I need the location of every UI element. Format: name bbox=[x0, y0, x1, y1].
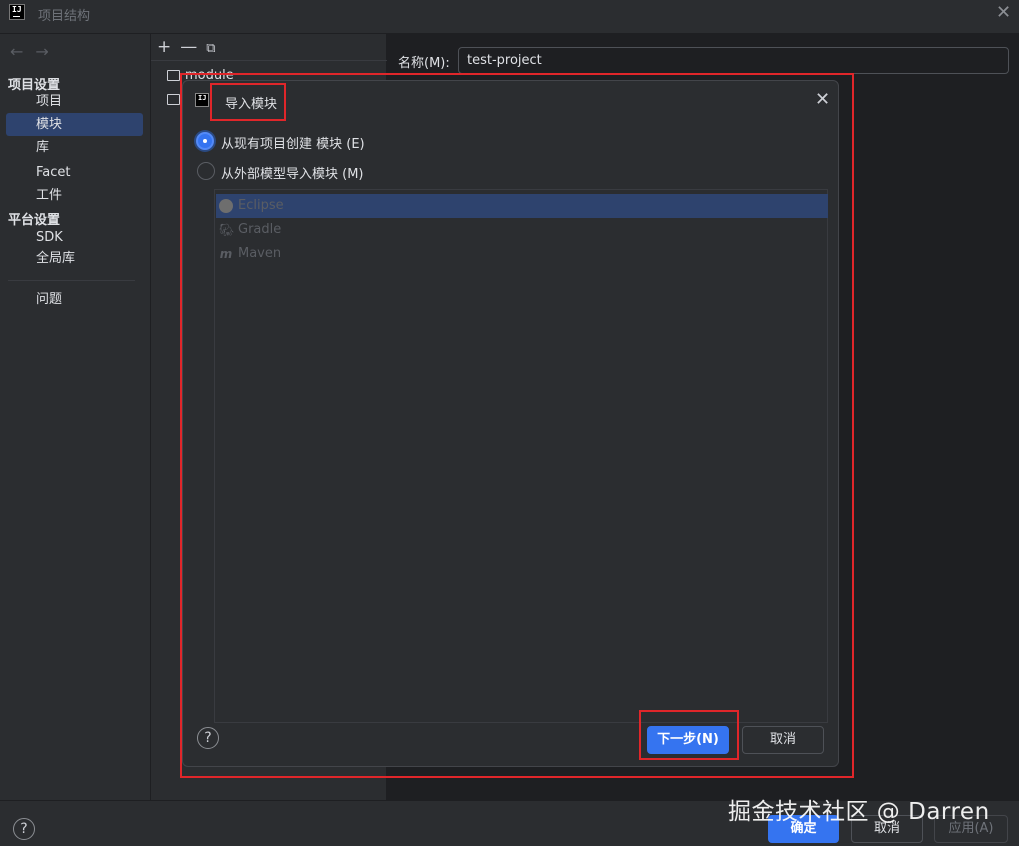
remove-icon[interactable]: — bbox=[180, 37, 197, 57]
window-title: 项目结构 bbox=[38, 9, 91, 24]
title-bar: IJ 项目结构 ✕ bbox=[0, 0, 1019, 34]
sidebar-item-artifacts[interactable]: 工件 bbox=[6, 184, 143, 207]
module-toolbar: + — ⧉ bbox=[157, 37, 225, 57]
sidebar-item-libraries[interactable]: 库 bbox=[6, 136, 143, 159]
intellij-logo-icon: IJ bbox=[9, 4, 25, 20]
help-icon[interactable]: ? bbox=[13, 818, 35, 840]
highlight-box-next bbox=[639, 710, 739, 760]
copy-icon[interactable]: ⧉ bbox=[206, 41, 215, 56]
name-label: 名称(M): bbox=[398, 56, 450, 71]
highlight-box-dialog bbox=[180, 73, 854, 778]
settings-sidebar: ← → 项目设置 项目 模块 库 Facet 工件 平台设置 SDK 全局库 问题 bbox=[0, 34, 151, 800]
window-close-icon[interactable]: ✕ bbox=[996, 2, 1011, 23]
sidebar-item-sdks[interactable]: SDK bbox=[6, 226, 143, 249]
sidebar-item-project[interactable]: 项目 bbox=[6, 90, 143, 113]
sidebar-divider bbox=[8, 280, 135, 281]
watermark: 掘金技术社区 @ Darren bbox=[728, 799, 990, 825]
back-arrow-icon[interactable]: ← bbox=[10, 42, 23, 61]
folder-icon bbox=[167, 94, 180, 105]
add-icon[interactable]: + bbox=[157, 37, 171, 57]
sidebar-item-facets[interactable]: Facet bbox=[6, 161, 143, 184]
name-field[interactable]: test-project bbox=[458, 47, 1009, 74]
sidebar-item-problems[interactable]: 问题 bbox=[6, 288, 143, 311]
sidebar-item-global-libraries[interactable]: 全局库 bbox=[6, 247, 143, 270]
forward-arrow-icon[interactable]: → bbox=[35, 42, 48, 61]
folder-icon bbox=[167, 70, 180, 81]
highlight-box-title bbox=[210, 83, 286, 121]
nav-arrows: ← → bbox=[10, 42, 61, 61]
sidebar-item-modules[interactable]: 模块 bbox=[6, 113, 143, 136]
toolbar-divider bbox=[151, 60, 387, 61]
